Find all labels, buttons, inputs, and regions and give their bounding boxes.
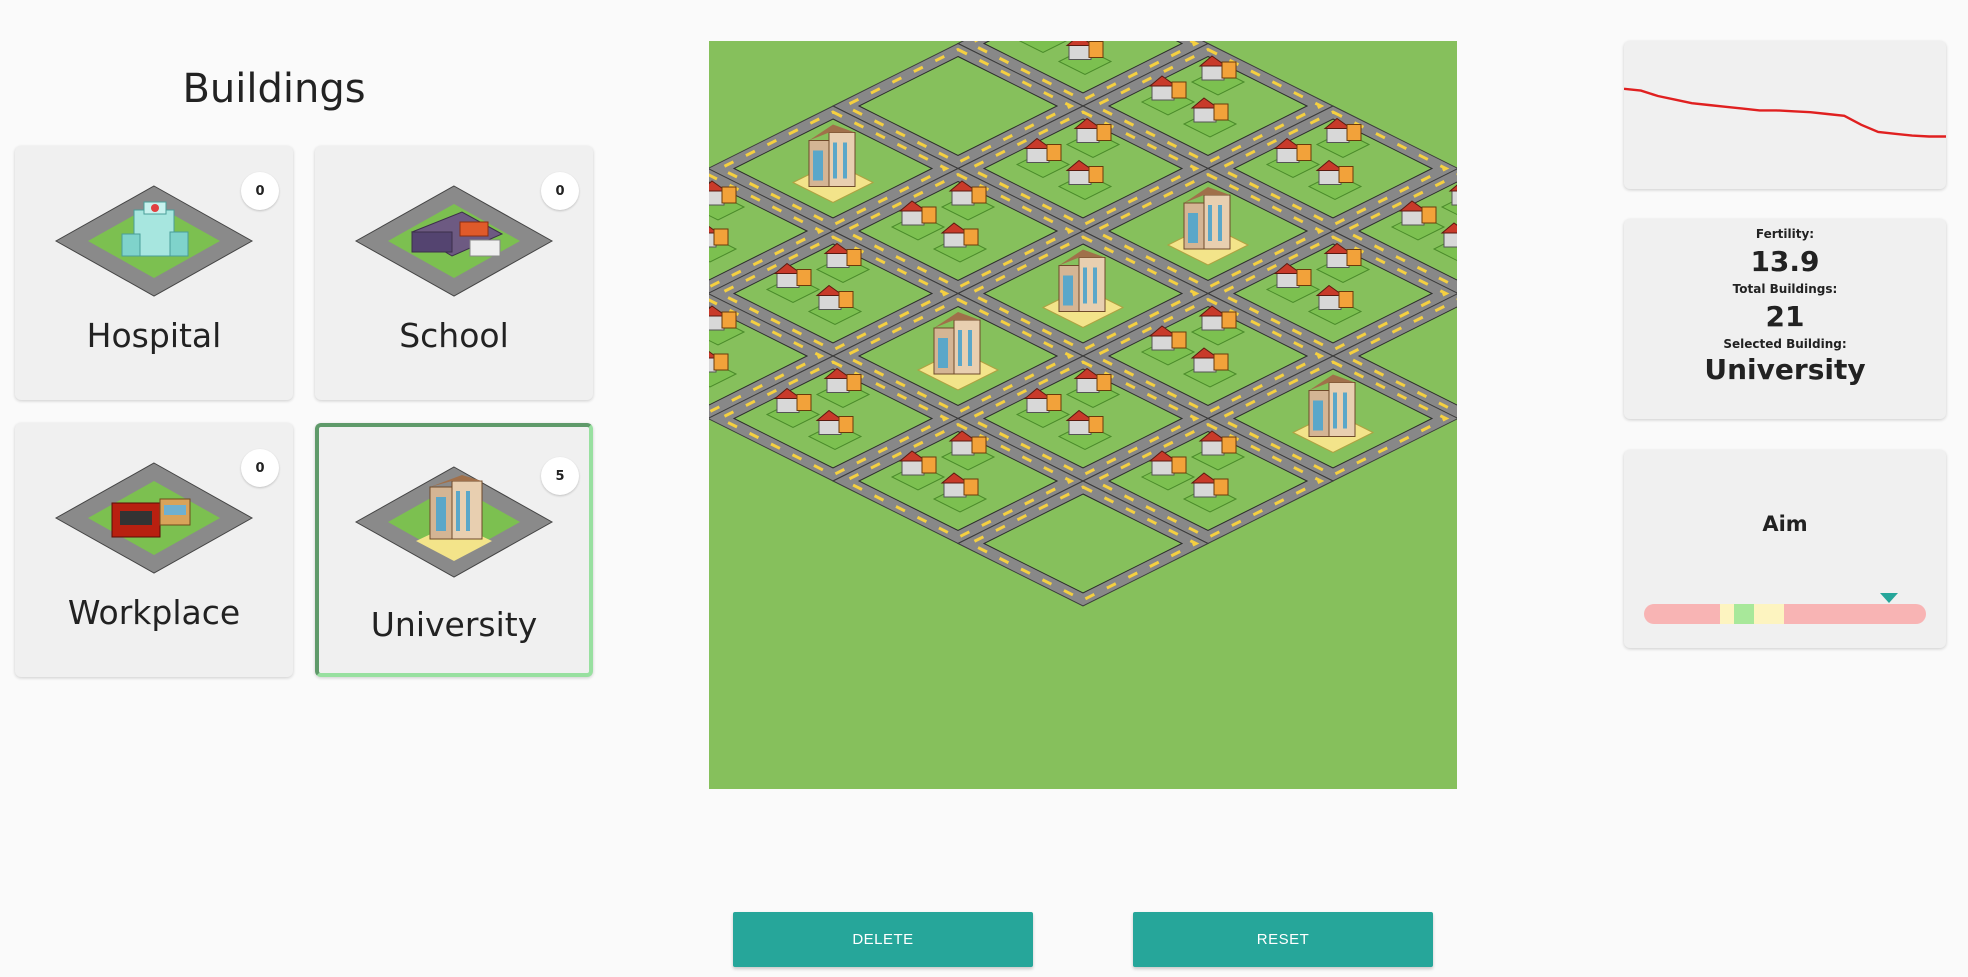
workplace-label: Workplace [67,593,241,632]
building-card-university[interactable]: 5 University [315,423,593,677]
building-card-school[interactable]: 0 School [315,146,593,400]
hospital-label: Hospital [86,316,222,355]
university-icon [354,466,554,578]
delete-button[interactable]: DELETE [733,912,1033,967]
aim-gauge-yellow-left [1720,604,1734,624]
fertility-value: 13.9 [1750,245,1820,278]
workplace-icon [54,462,254,574]
city-map[interactable] [709,41,1457,789]
aim-gauge [1644,604,1926,624]
selected-building-label: Selected Building: [1723,337,1847,351]
trend-line [1623,87,1946,138]
university-label: University [370,605,538,644]
aim-gauge-yellow-right [1754,604,1784,624]
selected-building-value: University [1704,353,1866,386]
aim-gauge-green [1734,604,1754,624]
trend-chart-panel [1623,41,1946,189]
hospital-icon [54,185,254,297]
building-card-hospital[interactable]: 0 Hospital [15,146,293,400]
reset-button[interactable]: RESET [1133,912,1433,967]
school-label: School [399,316,509,355]
aim-gauge-red-left [1644,604,1720,624]
city-map-canvas[interactable] [709,41,1457,789]
aim-panel: Aim [1624,450,1946,648]
school-icon [354,185,554,297]
trend-line-chart [1623,87,1946,138]
aim-title: Aim [1762,512,1808,536]
aim-gauge-red-right [1784,604,1926,624]
stats-panel: Fertility: 13.9 Total Buildings: 21 Sele… [1624,219,1946,419]
sidebar-title: Buildings [182,66,366,112]
building-card-workplace[interactable]: 0 Workplace [15,423,293,677]
total-buildings-label: Total Buildings: [1732,282,1838,296]
aim-marker-icon [1880,593,1899,603]
fertility-label: Fertility: [1755,227,1815,241]
total-buildings-value: 21 [1765,300,1805,333]
